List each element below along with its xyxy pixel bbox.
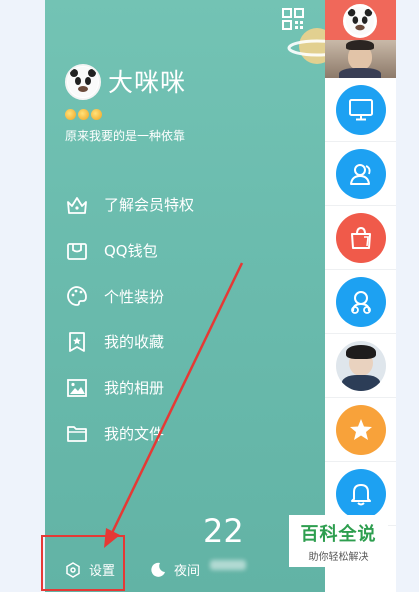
bell-icon bbox=[335, 468, 386, 519]
right-bar-item-group[interactable] bbox=[325, 270, 396, 334]
qr-code-icon[interactable] bbox=[282, 8, 304, 30]
panda-avatar-icon bbox=[345, 6, 375, 36]
weather-location-blur bbox=[210, 560, 246, 570]
menu-item-album[interactable]: 我的相册 bbox=[65, 365, 305, 411]
palette-icon bbox=[65, 284, 89, 308]
night-mode-button[interactable]: 夜间 bbox=[150, 560, 200, 579]
planet-decoration-icon bbox=[287, 28, 325, 64]
level-sun-icon bbox=[91, 109, 102, 120]
watermark-title: 百科全说 bbox=[300, 524, 377, 545]
night-label: 夜间 bbox=[174, 564, 201, 579]
wallet-icon bbox=[65, 239, 89, 263]
right-bar-item-shopping[interactable] bbox=[325, 206, 396, 270]
right-bar-item-contacts[interactable] bbox=[325, 142, 396, 206]
menu-item-wallet[interactable]: QQ钱包 bbox=[65, 228, 305, 274]
menu-item-label: 个性装扮 bbox=[104, 287, 165, 306]
group-icon bbox=[335, 276, 386, 327]
shopping-bag-icon bbox=[335, 212, 386, 263]
panda-avatar-icon bbox=[68, 67, 98, 97]
level-sun-icon bbox=[78, 109, 89, 120]
right-bar-item-monitor[interactable] bbox=[325, 78, 396, 142]
profile-avatar[interactable] bbox=[65, 64, 101, 100]
menu-item-files[interactable]: 我的文件 bbox=[65, 410, 305, 456]
monitor-icon bbox=[335, 84, 386, 135]
screenshot-stage: 大咪咪 原来我要的是一种依靠 了解会员特权 QQ钱包 个性装扮 我的收藏 我的相… bbox=[0, 0, 419, 592]
watermark-badge: 百科全说 助你轻松解决 bbox=[289, 515, 388, 567]
menu-item-theme[interactable]: 个性装扮 bbox=[65, 273, 305, 319]
menu-item-label: 我的相册 bbox=[104, 379, 165, 398]
settings-button[interactable]: 设置 bbox=[65, 560, 115, 579]
user-photo bbox=[335, 340, 386, 391]
contacts-icon bbox=[335, 148, 386, 199]
menu-item-label: 了解会员特权 bbox=[104, 196, 195, 215]
folder-icon bbox=[65, 421, 89, 445]
drawer-menu: 了解会员特权 QQ钱包 个性装扮 我的收藏 我的相册 我的文件 bbox=[65, 182, 305, 456]
profile-signature[interactable]: 原来我要的是一种依靠 bbox=[65, 127, 185, 144]
menu-item-label: 我的收藏 bbox=[104, 333, 165, 352]
crown-icon bbox=[65, 193, 89, 217]
menu-item-vip[interactable]: 了解会员特权 bbox=[65, 182, 305, 228]
menu-item-favorites[interactable]: 我的收藏 bbox=[65, 319, 305, 365]
level-suns[interactable] bbox=[65, 109, 102, 121]
small-avatar[interactable] bbox=[343, 4, 377, 38]
right-app-bar bbox=[325, 0, 396, 592]
watermark-subtitle: 助你轻松解决 bbox=[308, 552, 369, 563]
side-drawer: 大咪咪 原来我要的是一种依靠 了解会员特权 QQ钱包 个性装扮 我的收藏 我的相… bbox=[45, 0, 325, 592]
settings-hex-icon bbox=[66, 561, 80, 578]
right-bar-top bbox=[325, 0, 396, 78]
right-bar-item-user[interactable] bbox=[325, 334, 396, 398]
photo-icon bbox=[65, 376, 89, 400]
level-sun-icon bbox=[65, 109, 76, 120]
user-photo[interactable] bbox=[325, 40, 396, 78]
drawer-bottom-bar: 设置 夜间 bbox=[45, 548, 325, 592]
right-bar-item-star[interactable] bbox=[325, 398, 396, 462]
moon-icon bbox=[151, 562, 165, 577]
profile-nickname[interactable]: 大咪咪 bbox=[108, 63, 186, 99]
menu-item-label: 我的文件 bbox=[104, 424, 165, 443]
weather-temperature[interactable]: 22 bbox=[203, 512, 244, 550]
star-icon bbox=[335, 404, 386, 455]
settings-label: 设置 bbox=[89, 564, 116, 579]
menu-item-label: QQ钱包 bbox=[104, 242, 158, 261]
star-bookmark-icon bbox=[65, 330, 89, 354]
